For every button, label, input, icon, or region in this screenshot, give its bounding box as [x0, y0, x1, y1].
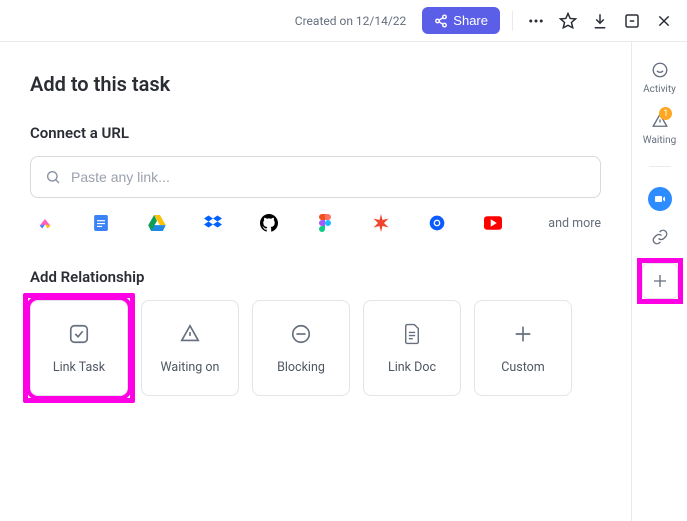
- relationship-row: Link Task Waiting on Blocking Link Doc: [30, 300, 601, 396]
- rail-activity[interactable]: Activity: [643, 60, 676, 95]
- rail-divider: [649, 166, 671, 167]
- loom-icon[interactable]: [372, 214, 390, 232]
- created-on-text: Created on 12/14/22: [295, 14, 407, 28]
- url-input[interactable]: [71, 169, 586, 185]
- connect-url-heading: Connect a URL: [30, 124, 601, 142]
- rel-card-blocking[interactable]: Blocking: [252, 300, 350, 396]
- rail-waiting[interactable]: 1 Waiting: [643, 111, 676, 146]
- youtube-icon[interactable]: [484, 214, 502, 232]
- zoom-icon[interactable]: [648, 187, 672, 211]
- chat-icon: [650, 60, 670, 80]
- right-rail: Activity 1 Waiting: [632, 42, 687, 521]
- share-label: Share: [453, 13, 488, 28]
- blocking-icon: [289, 322, 313, 346]
- share-button[interactable]: Share: [422, 7, 500, 34]
- top-bar: Created on 12/14/22 Share: [0, 0, 687, 42]
- rel-card-link-task[interactable]: Link Task: [30, 300, 128, 396]
- figma-icon[interactable]: [316, 214, 334, 232]
- custom-plus-icon: [511, 322, 535, 346]
- github-icon[interactable]: [260, 214, 278, 232]
- source-icons-row: and more: [30, 214, 601, 232]
- and-more-text[interactable]: and more: [548, 216, 601, 231]
- more-icon[interactable]: [525, 10, 547, 32]
- rel-label: Waiting on: [161, 360, 220, 375]
- download-icon[interactable]: [589, 10, 611, 32]
- clickup-icon[interactable]: [36, 214, 54, 232]
- rel-card-custom[interactable]: Custom: [474, 300, 572, 396]
- add-relationship-heading: Add Relationship: [30, 268, 601, 286]
- browser-icon[interactable]: [428, 214, 446, 232]
- rel-card-waiting-on[interactable]: Waiting on: [141, 300, 239, 396]
- divider: [512, 11, 513, 31]
- rel-card-link-doc[interactable]: Link Doc: [363, 300, 461, 396]
- link-icon[interactable]: [650, 227, 670, 247]
- main-panel: Add to this task Connect a URL: [0, 42, 632, 521]
- star-icon[interactable]: [557, 10, 579, 32]
- google-drive-icon[interactable]: [148, 214, 166, 232]
- expand-icon[interactable]: [621, 10, 643, 32]
- dropbox-icon[interactable]: [204, 214, 222, 232]
- page-title: Add to this task: [30, 72, 601, 96]
- rail-activity-label: Activity: [643, 84, 676, 95]
- link-doc-icon: [400, 322, 424, 346]
- rel-label: Link Task: [53, 360, 105, 375]
- waiting-on-icon: [178, 322, 202, 346]
- waiting-badge: 1: [659, 107, 672, 120]
- search-icon: [45, 169, 61, 185]
- google-docs-icon[interactable]: [92, 214, 110, 232]
- rel-label: Blocking: [277, 360, 325, 375]
- rail-add-button[interactable]: [642, 263, 678, 299]
- rel-label: Link Doc: [388, 360, 436, 375]
- link-task-icon: [67, 322, 91, 346]
- rel-label: Custom: [501, 360, 545, 375]
- close-icon[interactable]: [653, 10, 675, 32]
- share-icon: [434, 14, 448, 28]
- url-input-container[interactable]: [30, 156, 601, 198]
- rail-waiting-label: Waiting: [643, 135, 676, 146]
